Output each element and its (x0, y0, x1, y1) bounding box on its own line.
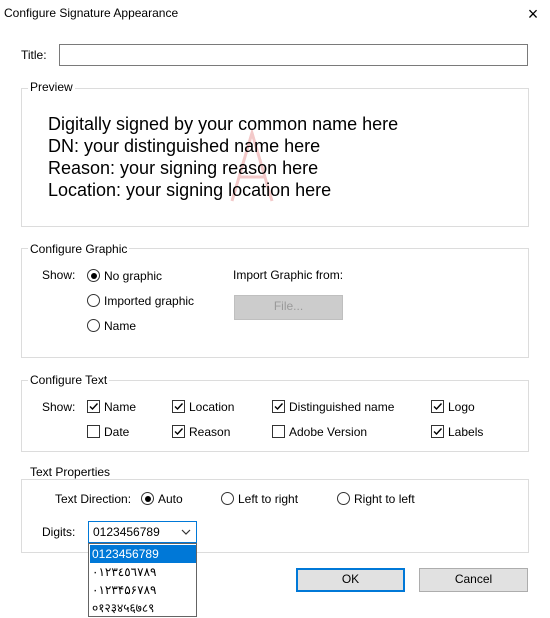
import-graphic-label: Import Graphic from: (233, 268, 344, 282)
digits-option[interactable]: ۰۱۲۳۴۵۶۷۸۹ (90, 581, 196, 599)
preview-line-2: DN: your distinguished name here (48, 136, 321, 156)
checkbox-label: Adobe Version (289, 425, 368, 439)
graphic-show-label: Show: (42, 268, 76, 282)
radio-direction-auto[interactable]: Auto (141, 492, 211, 507)
radio-direction-rtl[interactable]: Right to left (337, 492, 437, 507)
checkbox-label: Logo (448, 400, 475, 414)
radio-label: Right to left (354, 492, 415, 506)
checkbox[interactable] (431, 400, 444, 413)
radio-label: No graphic (104, 269, 163, 283)
digits-option[interactable]: 0123456789 (90, 545, 196, 563)
check-icon (174, 428, 184, 436)
checkbox[interactable] (272, 425, 285, 438)
radio-label: Name (104, 319, 137, 333)
checkbox[interactable] (272, 400, 285, 413)
checkbox[interactable] (172, 400, 185, 413)
radio-button[interactable] (221, 492, 234, 505)
checkbox-label: Reason (189, 425, 231, 439)
radio-button[interactable] (87, 269, 100, 282)
radio-label: Auto (158, 492, 183, 506)
checkbox-label: Date (104, 425, 130, 439)
check-icon (174, 403, 184, 411)
preview-line-1: Digitally signed by your common name her… (48, 114, 399, 134)
check-icon (89, 403, 99, 411)
checkbox[interactable] (87, 400, 100, 413)
window-title: Configure Signature Appearance (4, 6, 179, 20)
text-properties-legend: Text Properties (28, 465, 113, 479)
signature-preview: Digitally signed by your common name her… (42, 105, 507, 204)
radio-button[interactable] (87, 294, 100, 307)
digits-option[interactable]: ०१२३४५६७८९ (90, 599, 196, 617)
close-icon[interactable]: × (522, 4, 544, 24)
checkbox[interactable] (431, 425, 444, 438)
title-label: Title: (21, 48, 47, 62)
radio-no-graphic[interactable]: No graphic (87, 269, 207, 284)
radio-imported-graphic[interactable]: Imported graphic (87, 294, 207, 309)
configure-graphic-legend: Configure Graphic (28, 242, 130, 256)
radio-name[interactable]: Name (87, 319, 207, 334)
checkbox-label: Location (189, 400, 235, 414)
checkbox[interactable] (87, 425, 100, 438)
digits-select[interactable]: 0123456789 (88, 521, 197, 543)
digits-dropdown-list: 0123456789 ٠١٢٣٤٥٦٧٨٩ ۰۱۲۳۴۵۶۷۸۹ ०१२३४५६… (88, 543, 197, 617)
digits-label: Digits: (42, 525, 76, 539)
check-icon (433, 428, 443, 436)
text-show-label: Show: (42, 400, 76, 414)
text-direction-label: Text Direction: (55, 492, 132, 506)
ok-button[interactable]: OK (296, 568, 405, 592)
title-bar: Configure Signature Appearance × (0, 0, 550, 28)
configure-text-legend: Configure Text (28, 373, 110, 387)
digits-option[interactable]: ٠١٢٣٤٥٦٧٨٩ (90, 563, 196, 581)
checkbox[interactable] (172, 425, 185, 438)
cancel-button[interactable]: Cancel (419, 568, 528, 592)
preview-line-3: Reason: your signing reason here (48, 158, 319, 178)
checkbox-label: Distinguished name (289, 400, 395, 414)
radio-button[interactable] (337, 492, 350, 505)
radio-label: Left to right (238, 492, 299, 506)
chevron-down-icon (181, 529, 191, 535)
checkbox-label: Name (104, 400, 137, 414)
title-input[interactable] (59, 44, 528, 66)
configure-text-group (21, 380, 529, 452)
check-icon (274, 403, 284, 411)
file-button[interactable]: File... (234, 295, 343, 320)
preview-legend: Preview (28, 80, 75, 94)
radio-direction-ltr[interactable]: Left to right (221, 492, 321, 507)
check-icon (433, 403, 443, 411)
checkbox-label: Labels (448, 425, 484, 439)
radio-button[interactable] (141, 492, 154, 505)
radio-label: Imported graphic (104, 294, 195, 308)
radio-button[interactable] (87, 319, 100, 332)
preview-line-4: Location: your signing location here (48, 180, 332, 200)
digits-select-value: 0123456789 (93, 525, 160, 539)
